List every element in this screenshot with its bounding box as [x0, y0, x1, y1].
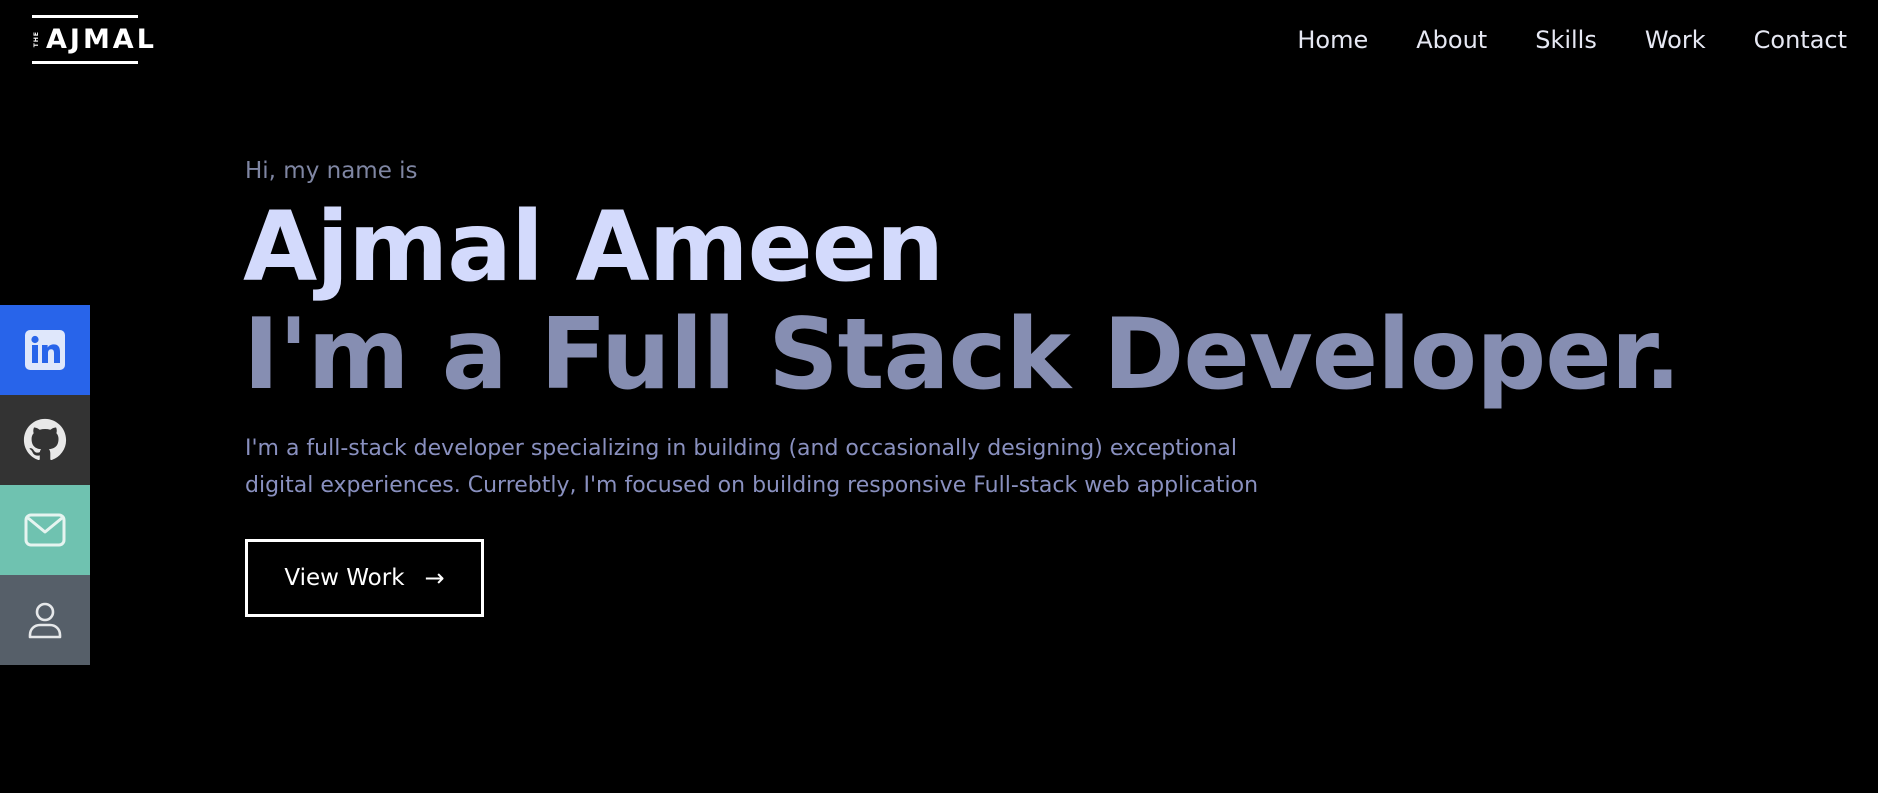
mail-icon	[24, 513, 66, 547]
view-work-label: View Work	[284, 565, 405, 591]
view-work-button[interactable]: View Work →	[245, 539, 484, 617]
arrow-right-icon: →	[424, 564, 445, 592]
linkedin-link[interactable]	[0, 305, 90, 395]
user-icon	[28, 602, 62, 639]
logo-text: AJMAL	[46, 24, 157, 55]
social-sidebar	[0, 305, 90, 665]
greeting-text: Hi, my name is	[245, 158, 418, 184]
nav-about[interactable]: About	[1416, 26, 1487, 54]
site-logo[interactable]: THE AJMAL	[32, 15, 154, 64]
email-link[interactable]	[0, 485, 90, 575]
linkedin-icon	[25, 330, 65, 370]
hero-bio: I'm a full-stack developer specializing …	[245, 436, 1259, 498]
nav-work[interactable]: Work	[1645, 26, 1706, 54]
resume-link[interactable]	[0, 575, 90, 665]
github-link[interactable]	[0, 395, 90, 485]
main-nav: Home About Skills Work Contact	[1249, 26, 1847, 54]
portfolio-page: THE AJMAL Home About Skills Work Contact	[0, 0, 1878, 793]
hero-role: I'm a Full Stack Developer.	[243, 298, 1681, 412]
logo-prefix: THE	[33, 31, 40, 48]
nav-home[interactable]: Home	[1297, 26, 1368, 54]
nav-contact[interactable]: Contact	[1754, 26, 1847, 54]
github-icon	[23, 418, 67, 461]
nav-skills[interactable]: Skills	[1535, 26, 1597, 54]
